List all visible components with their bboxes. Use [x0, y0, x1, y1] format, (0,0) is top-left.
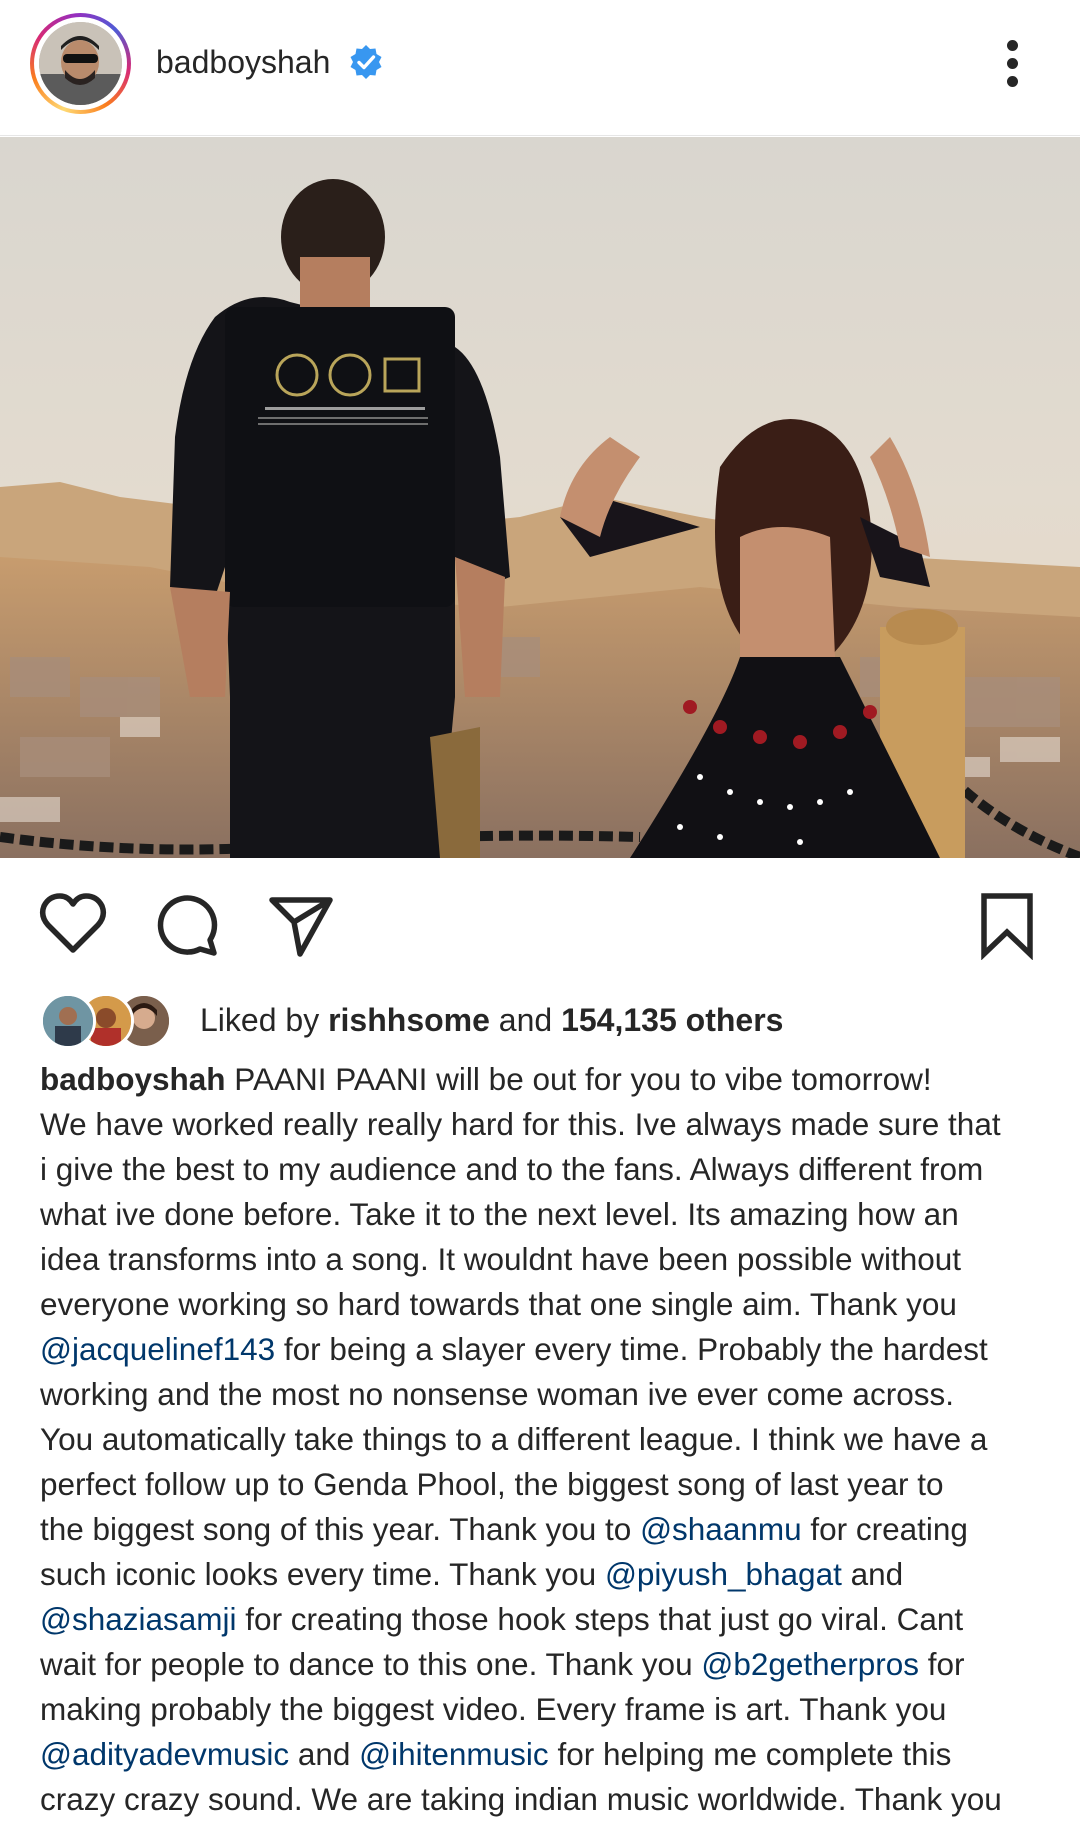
caption-text: the biggest song of this year. Thank you… — [40, 1511, 641, 1547]
post-photo[interactable] — [0, 137, 1080, 858]
caption-text: for being a slayer every time. Probably … — [275, 1331, 988, 1367]
avatar[interactable] — [39, 22, 122, 105]
caption-text: perfect follow up to Genda Phool, the bi… — [40, 1466, 944, 1502]
mention-link[interactable]: @shaziasamji — [40, 1601, 237, 1637]
caption-line: You automatically take things to a diffe… — [40, 1417, 1050, 1462]
avatar-image — [39, 22, 122, 105]
caption-line: @adityadevmusic and @ihitenmusic for hel… — [40, 1732, 1050, 1777]
likes-prefix: Liked by — [200, 1002, 329, 1038]
heart-icon[interactable] — [38, 890, 108, 960]
likes-others-count[interactable]: 154,135 others — [561, 1002, 783, 1038]
caption-text: making probably the biggest video. Every… — [40, 1691, 947, 1727]
more-vertical-icon[interactable] — [1000, 38, 1026, 90]
mention-link[interactable]: @b2getherpros — [701, 1646, 919, 1682]
liker-avatar-image — [43, 996, 93, 1046]
caption-line: wait for people to dance to this one. Th… — [40, 1642, 1050, 1687]
likes-joiner: and — [489, 1002, 562, 1038]
caption-line: perfect follow up to Genda Phool, the bi… — [40, 1462, 1050, 1507]
caption-text: idea transforms into a song. It wouldnt … — [40, 1241, 962, 1277]
caption-text: for helping me complete this — [548, 1736, 952, 1772]
verified-badge-icon — [350, 45, 382, 79]
caption-line: crazy crazy sound. We are taking indian … — [40, 1777, 1050, 1822]
likes-text: Liked by rishhsome and 154,135 others — [200, 1000, 783, 1040]
post-action-bar — [0, 870, 1080, 970]
caption-text: wait for people to dance to this one. Th… — [40, 1646, 702, 1682]
caption-text: crazy crazy sound. We are taking indian … — [40, 1781, 1002, 1817]
likes-summary[interactable]: Liked by rishhsome and 154,135 others — [40, 990, 1040, 1050]
caption-text: You automatically take things to a diffe… — [40, 1421, 988, 1457]
caption-line: what ive done before. Take it to the nex… — [40, 1192, 1050, 1237]
caption-line: working and the most no nonsense woman i… — [40, 1372, 1050, 1417]
caption-text: everyone working so hard towards that on… — [40, 1286, 957, 1322]
caption-line: @jacquelinef143 for being a slayer every… — [40, 1327, 1050, 1372]
post-author-username[interactable]: badboyshah — [156, 42, 330, 82]
caption-text: for creating those hook steps that just … — [236, 1601, 964, 1637]
caption-line: We have worked really really hard for th… — [40, 1102, 1050, 1147]
caption-text: i give the best to my audience and to th… — [40, 1151, 984, 1187]
caption-text: We have worked really really hard for th… — [40, 1106, 1001, 1142]
mention-link[interactable]: @piyush_bhagat — [605, 1556, 842, 1592]
caption-line: i give the best to my audience and to th… — [40, 1147, 1050, 1192]
caption-text: PAANI PAANI will be out for you to vibe … — [234, 1061, 932, 1097]
caption-username[interactable]: badboyshah — [40, 1061, 226, 1097]
caption-line: badboyshah PAANI PAANI will be out for y… — [40, 1057, 1050, 1102]
mention-link[interactable]: @adityadevmusic — [40, 1736, 289, 1772]
comment-icon[interactable] — [152, 890, 222, 960]
liker-avatar — [40, 993, 96, 1049]
bookmark-icon[interactable] — [972, 890, 1042, 960]
mention-link[interactable]: @shaanmu — [640, 1511, 802, 1547]
post-image — [0, 137, 1080, 858]
caption-line: making probably the biggest video. Every… — [40, 1687, 1050, 1732]
caption-text: such iconic looks every time. Thank you — [40, 1556, 605, 1592]
mention-link[interactable]: @ihitenmusic — [359, 1736, 549, 1772]
caption-line: everyone working so hard towards that on… — [40, 1282, 1050, 1327]
first-liker-username[interactable]: rishhsome — [328, 1002, 490, 1038]
caption-text: for creating — [801, 1511, 968, 1547]
mention-link[interactable]: @jacquelinef143 — [40, 1331, 275, 1367]
story-ring[interactable] — [30, 13, 131, 114]
post-header: badboyshah — [0, 0, 1080, 136]
caption-text: working and the most no nonsense woman i… — [40, 1376, 954, 1412]
caption-line: the biggest song of this year. Thank you… — [40, 1507, 1050, 1552]
caption-text: and — [289, 1736, 360, 1772]
send-icon[interactable] — [266, 890, 336, 960]
post-caption: badboyshah PAANI PAANI will be out for y… — [40, 1057, 1050, 1822]
caption-line: such iconic looks every time. Thank you … — [40, 1552, 1050, 1597]
caption-text: and — [841, 1556, 904, 1592]
caption-line: @shaziasamji for creating those hook ste… — [40, 1597, 1050, 1642]
caption-text: for — [918, 1646, 965, 1682]
caption-line: idea transforms into a song. It wouldnt … — [40, 1237, 1050, 1282]
caption-text: what ive done before. Take it to the nex… — [40, 1196, 959, 1232]
